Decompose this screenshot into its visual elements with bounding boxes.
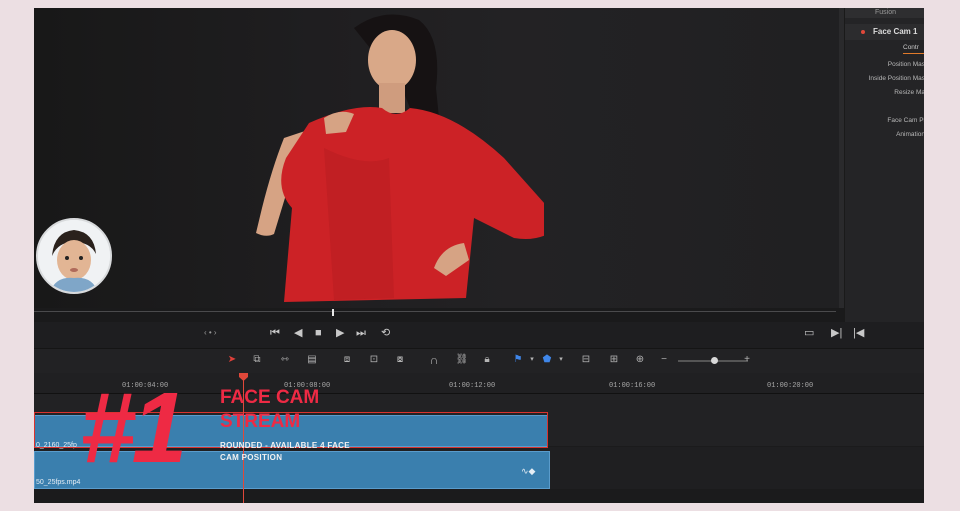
face-cam-avatar [38, 220, 110, 292]
play-icon[interactable]: ▶ [336, 326, 344, 340]
transport-controls: ‹ • › ⏮ ◀ ■ ▶ ⏭ ⟲ ▭ ▶| |◀ [34, 322, 924, 348]
overlay-title-line-2: STREAM [220, 411, 301, 432]
match-frame-icon[interactable]: ▭ [804, 326, 814, 340]
video-viewer [34, 8, 839, 308]
blade-tool-icon[interactable]: ▤ [304, 354, 320, 366]
viewer-subject-image [256, 14, 544, 302]
face-cam-circle[interactable] [36, 218, 112, 294]
inspector-row-face-cam-position[interactable]: Face Cam Pi [845, 114, 924, 128]
inspector-row-spacer [845, 100, 924, 114]
ruler-timecode: 01:00:20:00 [767, 382, 814, 390]
stop-icon[interactable]: ■ [315, 326, 322, 340]
viewer-scrubber[interactable] [34, 308, 844, 322]
replace-clip-icon[interactable]: ⧇ [392, 354, 408, 366]
overlay-number: #1 [80, 372, 187, 484]
ruler-timecode: 01:00:16:00 [609, 382, 656, 390]
overlay-subtitle-line-2: CAM POSITION [220, 453, 283, 462]
inspector-row-resize-mask[interactable]: Resize Ma [845, 86, 924, 100]
go-to-start-icon[interactable]: ⏮ [270, 326, 280, 340]
inspector-effect-title[interactable]: Face Cam 1 [845, 24, 924, 40]
clip-keyframe-icon[interactable]: ∿◆ [521, 466, 535, 477]
trim-tool-icon[interactable]: ⧉ [249, 354, 265, 366]
viewer-nav-dots[interactable]: ‹ • › [204, 326, 217, 340]
snapping-icon[interactable]: ∩ [426, 354, 442, 366]
marker-dropdown-icon[interactable]: ▾ [553, 354, 569, 366]
go-to-end-icon[interactable]: ⏭ [356, 326, 366, 340]
play-reverse-icon[interactable]: ◀ [294, 326, 302, 340]
dynamic-trim-icon[interactable]: ⇿ [277, 354, 293, 366]
overlay-title-line-1: FACE CAM [220, 387, 320, 408]
flag-dropdown-icon[interactable]: ▾ [524, 354, 540, 366]
scrubber-handle[interactable] [332, 309, 334, 316]
linked-selection-icon[interactable]: ⛓ [454, 354, 470, 366]
prev-clip-icon[interactable]: |◀ [853, 326, 864, 340]
zoom-slider-knob[interactable] [711, 357, 718, 364]
overwrite-clip-icon[interactable]: ⊡ [366, 354, 382, 366]
overlay-subtitle-line-1: ROUNDED - AVAILABLE 4 FACE [220, 441, 350, 450]
effect-enabled-dot-icon[interactable] [861, 30, 865, 34]
inspector-panel: Fusion Face Cam 1 Contr Position Mas Ins… [844, 8, 924, 340]
zoom-detail-icon[interactable]: ⊞ [606, 354, 622, 366]
ruler-timecode: 01:00:12:00 [449, 382, 496, 390]
zoom-in-icon[interactable]: + [739, 354, 755, 366]
insert-clip-icon[interactable]: ⧈ [339, 354, 355, 366]
inspector-row-animation[interactable]: Animation [845, 128, 924, 142]
loop-icon[interactable]: ⟲ [381, 326, 390, 340]
inspector-row-position-mask[interactable]: Position Mas [845, 58, 924, 72]
inspector-tab-fusion[interactable]: Fusion [845, 8, 924, 18]
inspector-row-inside-position-mask[interactable]: Inside Position Mas [845, 72, 924, 86]
zoom-custom-icon[interactable]: ⊕ [632, 354, 648, 366]
zoom-full-icon[interactable]: ⊟ [578, 354, 594, 366]
inspector-tab-controls[interactable]: Contr [903, 44, 924, 54]
position-lock-icon[interactable]: 🔒︎ [479, 354, 495, 366]
audio-clip-label: 50_25fps.mp4 [36, 479, 81, 486]
effect-title-label: Face Cam 1 [873, 27, 918, 36]
edit-toolbar: ➤ ⧉ ⇿ ▤ ⧈ ⊡ ⧇ ∩ ⛓ 🔒︎ ⚑ ▾ ⬟ ▾ ⊟ ⊞ ⊕ − + [34, 348, 924, 373]
zoom-out-icon[interactable]: − [656, 354, 672, 366]
next-clip-icon[interactable]: ▶| [831, 326, 842, 340]
overlay-title: FACE CAM STREAM [220, 386, 319, 434]
scrubber-track [34, 311, 836, 312]
overlay-subtitle: ROUNDED - AVAILABLE 4 FACE CAM POSITION [220, 440, 350, 464]
selection-tool-icon[interactable]: ➤ [224, 354, 240, 366]
